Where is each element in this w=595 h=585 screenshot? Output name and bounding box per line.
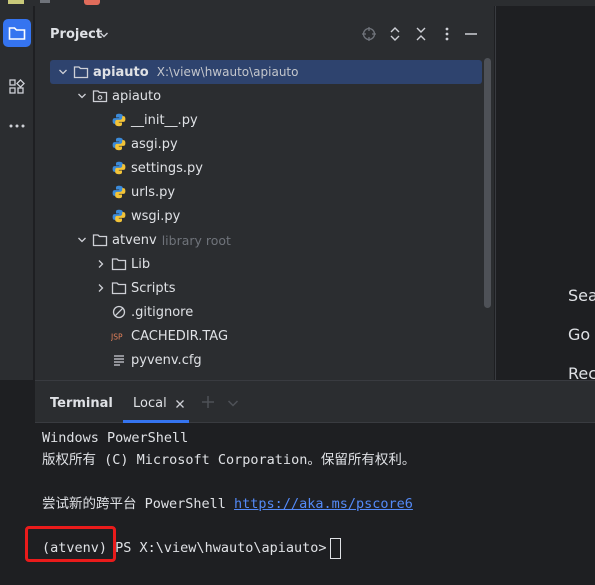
expand-all-icon[interactable] <box>387 26 403 42</box>
editor-empty-area: Sea Go t Rec <box>495 6 595 383</box>
python-icon <box>111 184 127 200</box>
tree-item-label: Scripts <box>131 280 176 296</box>
chevron-down-icon[interactable] <box>56 65 70 79</box>
project-badge-stub[interactable] <box>84 0 100 5</box>
chevron-down-icon[interactable] <box>75 233 89 247</box>
window-menu-stub <box>8 0 24 4</box>
project-panel: Project apiauto X:\view\hwauto\apiauto api… <box>35 6 494 380</box>
tree-item-path: X:\view\hwauto\apiauto <box>156 65 299 79</box>
tree-item[interactable]: apiauto <box>50 84 482 108</box>
jsp-file-icon: JSP <box>111 328 127 344</box>
tree-item[interactable]: JSP CACHEDIR.TAG <box>50 324 482 348</box>
tree-item-label: urls.py <box>131 184 176 200</box>
terminal-line: 版权所有 (C) Microsoft Corporation。保留所有权利。 <box>42 452 416 468</box>
structure-tool-button[interactable] <box>3 73 31 101</box>
active-tab-indicator <box>123 420 189 423</box>
tree-item-label: .gitignore <box>131 304 194 320</box>
svg-text:JSP: JSP <box>111 333 123 342</box>
ignore-file-icon <box>111 304 127 320</box>
collapse-all-icon[interactable] <box>413 26 429 42</box>
more-horizontal-icon <box>9 124 25 128</box>
editor-hint-goto[interactable]: Go t <box>568 325 595 344</box>
python-icon <box>111 136 127 152</box>
folder-icon <box>92 232 108 248</box>
options-icon[interactable] <box>439 26 455 42</box>
tree-item-label: apiauto <box>93 64 149 80</box>
chevron-right-icon[interactable] <box>94 281 108 295</box>
pscore-link[interactable]: https://aka.ms/pscore6 <box>234 496 413 512</box>
locate-icon[interactable] <box>361 26 377 42</box>
tree-item[interactable]: wsgi.py <box>50 204 482 228</box>
python-icon <box>111 112 127 128</box>
tree-item[interactable]: urls.py <box>50 180 482 204</box>
python-icon <box>111 208 127 224</box>
terminal-line: 尝试新的跨平台 PowerShell https://aka.ms/pscore… <box>42 493 415 515</box>
tree-item[interactable]: Lib <box>50 252 482 276</box>
tool-window-strip <box>0 6 34 380</box>
tree-item[interactable]: atvenv library root <box>50 228 482 252</box>
tree-item[interactable]: .gitignore <box>50 300 482 324</box>
more-tools-button[interactable] <box>3 112 31 140</box>
tree-item-label: Lib <box>131 256 151 272</box>
structure-icon <box>9 79 25 94</box>
tree-item[interactable]: apiauto X:\view\hwauto\apiauto <box>50 60 482 84</box>
tree-item[interactable]: settings.py <box>50 156 482 180</box>
add-tab-icon[interactable] <box>201 395 215 413</box>
tree-item-label: apiauto <box>112 88 162 104</box>
annotation-highlight-box <box>25 526 116 562</box>
editor-hint-search[interactable]: Sea <box>568 286 595 305</box>
tree-item[interactable]: pyvenv.cfg <box>50 348 482 372</box>
chevron-down-icon[interactable] <box>99 26 109 48</box>
tree-item-hint: library root <box>161 232 231 248</box>
menu-stub <box>40 0 50 3</box>
tree-item[interactable]: Scripts <box>50 276 482 300</box>
close-icon[interactable] <box>175 398 185 413</box>
chevron-down-icon[interactable] <box>75 89 89 103</box>
tree-item-label: wsgi.py <box>131 208 181 224</box>
chevron-down-icon[interactable] <box>227 397 239 412</box>
terminal-title: Terminal <box>50 396 113 411</box>
folder-icon <box>111 256 127 272</box>
prompt-path: PS X:\view\hwauto\apiauto> <box>107 540 327 556</box>
folder-icon <box>111 280 127 296</box>
package-icon <box>92 88 108 104</box>
tree-item-label: pyvenv.cfg <box>131 352 202 368</box>
folder-icon <box>73 64 89 80</box>
project-tool-button[interactable] <box>3 19 31 47</box>
terminal-tab-bar: Terminal Local <box>35 381 595 423</box>
tree-item[interactable]: asgi.py <box>50 132 482 156</box>
tree-item-label: __init__.py <box>131 112 198 128</box>
terminal-tab-local[interactable]: Local <box>133 396 167 411</box>
terminal-text: 尝试新的跨平台 PowerShell <box>42 496 235 512</box>
tree-item-label: settings.py <box>131 160 203 176</box>
project-panel-header: Project <box>35 20 494 50</box>
chevron-right-icon[interactable] <box>94 257 108 271</box>
hide-panel-icon[interactable] <box>463 26 479 42</box>
tree-item-label: asgi.py <box>131 136 178 152</box>
text-file-icon <box>111 352 127 368</box>
project-panel-title[interactable]: Project <box>50 27 102 42</box>
python-icon <box>111 160 127 176</box>
terminal-panel: Terminal Local Windows PowerShell 版权所有 (… <box>35 380 595 585</box>
terminal-line: Windows PowerShell <box>42 430 189 446</box>
terminal-cursor <box>330 537 342 559</box>
tree-item-label: CACHEDIR.TAG <box>131 328 229 344</box>
project-tree: apiauto X:\view\hwauto\apiauto apiauto __in… <box>50 60 482 372</box>
folder-icon <box>8 27 26 40</box>
project-scrollbar[interactable] <box>484 58 491 308</box>
tree-item[interactable]: __init__.py <box>50 108 482 132</box>
tree-item-label: atvenv <box>112 232 157 248</box>
